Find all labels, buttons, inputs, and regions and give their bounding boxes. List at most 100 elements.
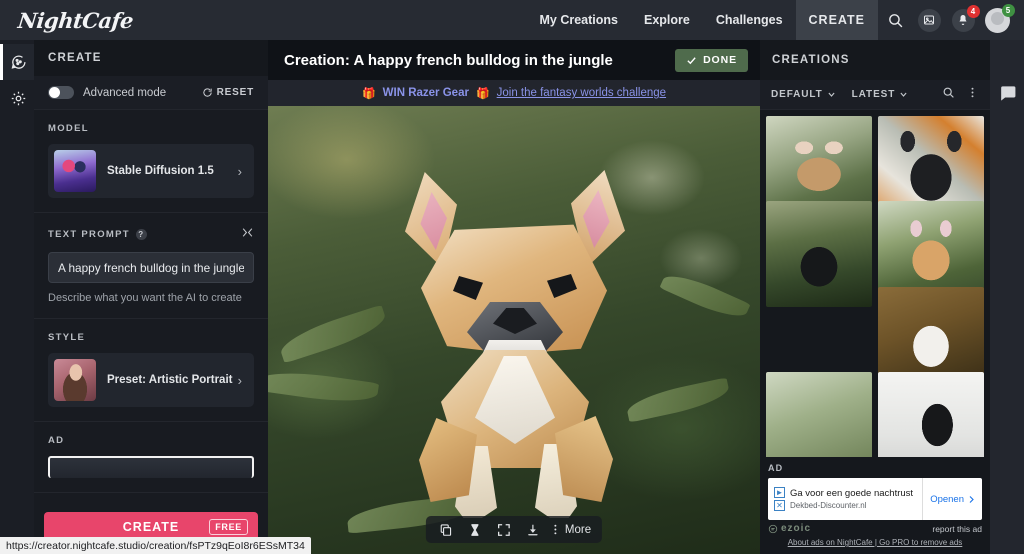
help-icon[interactable]: ? (135, 228, 147, 240)
creations-actions (942, 86, 979, 104)
creation-viewer: Creation: A happy french bulldog in the … (268, 40, 760, 554)
gift-icon: 🎁 (475, 87, 490, 100)
filter-default[interactable]: DEFAULT (771, 89, 836, 100)
chat-button[interactable] (998, 84, 1017, 108)
ad-headline: Ga voor een goede nachtrust (790, 488, 914, 499)
artwork-canvas: More (268, 106, 760, 554)
evolve-button[interactable] (462, 516, 488, 543)
ad-close-icon[interactable]: ✕ (774, 500, 785, 511)
text-prompt-input[interactable] (48, 252, 254, 283)
create-panel: CREATE Advanced mode RESET MODEL Stable … (34, 40, 268, 554)
bell-icon: 4 (951, 4, 980, 32)
creations-grid (760, 110, 990, 457)
fullscreen-icon (498, 523, 510, 536)
gift-icon: 🎁 (361, 87, 376, 100)
copy-button[interactable] (433, 516, 459, 543)
gallery-button[interactable] (912, 0, 946, 40)
refresh-icon (203, 88, 212, 97)
shuffle-prompt-button[interactable] (241, 226, 254, 242)
fullscreen-button[interactable] (491, 516, 517, 543)
kebab-menu-icon (971, 87, 974, 97)
left-ad-placeholder[interactable] (48, 456, 254, 478)
left-ad-label: AD (48, 435, 65, 446)
create-panel-scroll: Advanced mode RESET MODEL Stable Diffusi… (34, 76, 268, 554)
nav-explore[interactable]: Explore (631, 0, 703, 40)
rail-item-settings[interactable] (0, 80, 34, 116)
ad-footer-links[interactable]: About ads on NightCafe | Go PRO to remov… (768, 538, 982, 547)
rail-item-create[interactable] (0, 44, 34, 80)
chevron-right-icon: › (237, 372, 242, 388)
notification-badge: 4 (966, 4, 980, 18)
model-selector[interactable]: Stable Diffusion 1.5 › (48, 144, 254, 198)
chat-bubble-icon (1000, 86, 1015, 101)
report-ad-link[interactable]: report this ad (932, 524, 982, 534)
avatar-badge: 5 (1001, 3, 1015, 17)
right-ad-section: AD ► ✕ Ga voor een goede nachtrust Dekbe… (760, 457, 990, 554)
model-value: Stable Diffusion 1.5 (107, 165, 214, 177)
advanced-mode-row: Advanced mode RESET (34, 76, 268, 110)
generated-artwork[interactable]: More (268, 106, 760, 554)
notifications-button[interactable]: 4 (946, 0, 980, 40)
style-section: STYLE Preset: Artistic Portrait › (34, 319, 268, 422)
creation-thumbnail[interactable] (878, 371, 984, 457)
ezoic-provider[interactable]: ezoic (768, 523, 811, 534)
more-button[interactable]: More (549, 523, 595, 536)
creation-thumbnail[interactable] (766, 371, 872, 457)
ezoic-icon (768, 524, 778, 533)
hourglass-icon (471, 523, 479, 536)
search-button[interactable] (878, 0, 912, 40)
leaf-decoration (276, 304, 390, 364)
shuffle-icon (242, 228, 253, 237)
top-create-button[interactable]: CREATE (795, 0, 878, 40)
creations-search-button[interactable] (942, 86, 955, 104)
check-icon (687, 56, 696, 64)
filter-latest[interactable]: LATEST (852, 89, 909, 100)
reset-button[interactable]: RESET (202, 87, 254, 98)
search-icon (888, 13, 902, 27)
search-icon (943, 87, 954, 98)
ad-play-icon: ► (774, 487, 785, 498)
ad-cta-button[interactable]: Openen (922, 478, 976, 520)
banner-link[interactable]: Join the fantasy worlds challenge (497, 87, 666, 99)
artwork-toolbar: More (425, 516, 603, 543)
image-icon (917, 8, 941, 32)
nightcafe-logo[interactable]: NightCafe (17, 8, 135, 33)
advanced-mode-toggle[interactable] (48, 86, 74, 99)
creation-header: Creation: A happy french bulldog in the … (268, 40, 760, 80)
model-section: MODEL Stable Diffusion 1.5 › (34, 110, 268, 213)
download-button[interactable] (520, 516, 546, 543)
avatar: 5 (984, 3, 1015, 33)
user-avatar-button[interactable]: 5 (980, 0, 1015, 40)
app-window: NightCafe My Creations Explore Challenge… (0, 0, 1024, 554)
nav-my-creations[interactable]: My Creations (526, 0, 631, 40)
model-section-title: MODEL (48, 123, 89, 134)
text-prompt-hint: Describe what you want the AI to create (48, 292, 242, 304)
chevron-down-icon (828, 92, 835, 97)
create-panel-header: CREATE (34, 40, 268, 76)
leaf-decoration (625, 377, 732, 423)
done-button[interactable]: DONE (675, 48, 748, 72)
creations-filter-bar: DEFAULT LATEST (760, 80, 990, 110)
right-icon-rail (990, 40, 1024, 554)
chevron-right-icon: › (237, 163, 242, 179)
challenge-banner[interactable]: 🎁 WIN Razer Gear 🎁 Join the fantasy worl… (268, 80, 760, 106)
leaf-decoration (268, 366, 380, 408)
ad-card[interactable]: ► ✕ Ga voor een goede nachtrust Dekbed-D… (768, 478, 982, 520)
advanced-mode-label: Advanced mode (83, 86, 167, 99)
creations-panel: CREATIONS DEFAULT LATEST AD ► ✕ Ga voor … (760, 40, 990, 554)
creations-menu-button[interactable] (966, 86, 979, 104)
nav-challenges[interactable]: Challenges (703, 0, 796, 40)
chevron-down-icon (900, 92, 907, 97)
leaf-decoration (659, 267, 751, 325)
style-selector[interactable]: Preset: Artistic Portrait › (48, 353, 254, 407)
ad-footer: ezoic report this ad (768, 523, 982, 534)
top-nav-links: My Creations Explore Challenges CREATE 4… (526, 0, 1015, 40)
text-prompt-section-title: TEXT PROMPT ? (48, 226, 254, 242)
create-button-label: CREATE (122, 520, 180, 534)
kebab-menu-icon (554, 524, 557, 535)
style-thumbnail (54, 359, 96, 401)
free-badge: FREE (209, 519, 248, 535)
copy-icon (440, 523, 452, 536)
download-icon (528, 524, 538, 535)
right-ad-label: AD (768, 463, 784, 473)
